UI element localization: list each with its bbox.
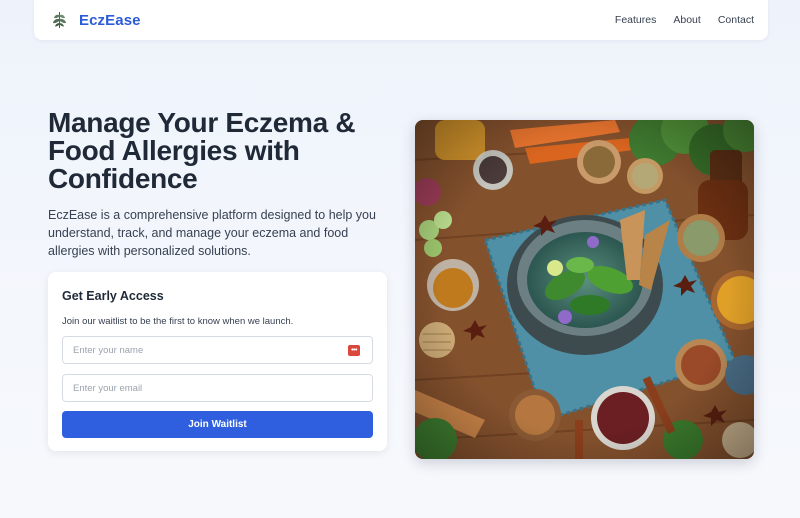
email-input[interactable] [63,375,372,401]
join-waitlist-button[interactable]: Join Waitlist [62,411,373,438]
waitlist-description: Join our waitlist to be the first to kno… [62,316,294,327]
nav-links: Features About Contact [615,14,754,26]
waitlist-title: Get Early Access [62,289,164,303]
name-field: ••• [62,336,373,364]
email-field [62,374,373,402]
brand-name: EczEase [79,11,141,29]
herbs-and-spices-photo [415,120,754,459]
waitlist-card: Get Early Access Join our waitlist to be… [48,272,387,451]
navbar: EczEase Features About Contact [34,0,768,40]
brand[interactable]: EczEase [52,11,141,29]
password-autofill-icon[interactable]: ••• [348,345,360,356]
name-input[interactable] [63,337,372,363]
hero-image [415,120,754,459]
herb-leaf-icon [53,12,66,28]
hero-subtitle: EczEase is a comprehensive platform desi… [48,208,376,258]
nav-link-features[interactable]: Features [615,14,656,26]
nav-link-contact[interactable]: Contact [718,14,754,26]
nav-link-about[interactable]: About [673,14,700,26]
hero-title: Manage Your Eczema & Food Allergies with… [48,107,356,194]
